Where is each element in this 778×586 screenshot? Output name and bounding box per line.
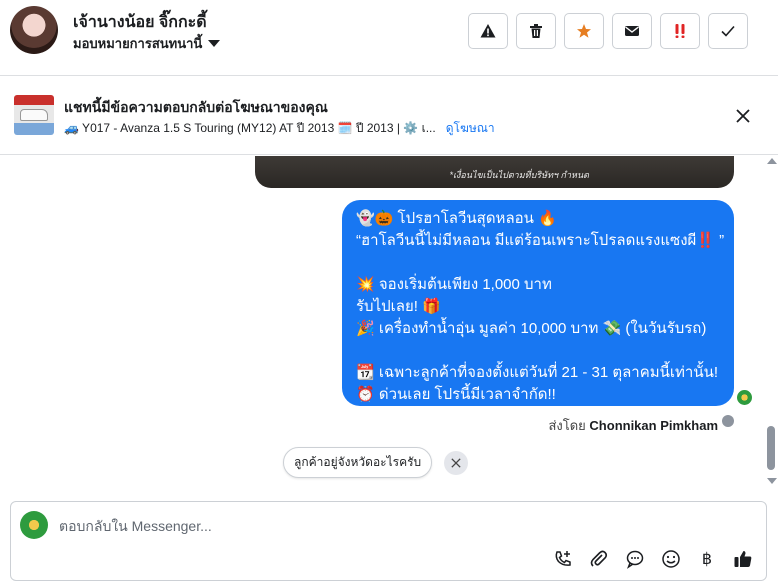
emoji-button[interactable] bbox=[658, 546, 684, 572]
star-button[interactable] bbox=[564, 13, 604, 49]
phone-plus-icon bbox=[555, 551, 571, 566]
ad-banner-title: แชทนี้มีข้อความตอบกลับต่อโฆษณาของคุณ bbox=[64, 99, 328, 115]
warning-icon bbox=[480, 24, 496, 38]
message-line: รับไปเลย! 🎁 bbox=[356, 298, 441, 315]
outgoing-message-bubble[interactable]: 👻🎃 โปรฮาโลวีนสุดหลอน 🔥 “ฮาโลวีนนี้ไม่มีห… bbox=[342, 200, 734, 406]
composer-toolbar: ฿ bbox=[550, 546, 756, 572]
close-icon bbox=[451, 458, 461, 468]
ad-reply-banner: แชทนี้มีข้อความตอบกลับต่อโฆษณาของคุณ 🚙 Y… bbox=[0, 77, 778, 155]
sent-by-label: ส่งโดย Chonnikan Pimkham bbox=[548, 415, 718, 436]
star-icon bbox=[577, 24, 591, 38]
image-message[interactable]: *เงื่อนไขเป็นไปตามที่บริษัทฯ กำหนด bbox=[255, 156, 734, 188]
conversation-actions bbox=[468, 13, 748, 49]
message-line: 💥 จองเริ่มต้นเพียง 1,000 บาท bbox=[356, 276, 552, 293]
scroll-up-arrow-icon[interactable] bbox=[767, 158, 777, 164]
ad-description: 🚙 Y017 - Avanza 1.5 S Touring (MY12) AT … bbox=[64, 121, 436, 135]
sender-page-avatar bbox=[737, 390, 752, 405]
page-avatar bbox=[20, 511, 48, 539]
ad-banner-subtitle: 🚙 Y017 - Avanza 1.5 S Touring (MY12) AT … bbox=[64, 119, 495, 138]
image-caption: *เงื่อนไขเป็นไปตามที่บริษัทฯ กำหนด bbox=[449, 170, 589, 180]
sent-by-prefix: ส่งโดย bbox=[548, 418, 586, 433]
close-icon[interactable] bbox=[734, 107, 752, 125]
info-icon[interactable] bbox=[722, 415, 734, 427]
contact-name[interactable]: เจ้านางน้อย จิ๊กกะดี้ bbox=[73, 10, 207, 35]
car-image bbox=[20, 109, 48, 121]
contact-avatar[interactable] bbox=[10, 6, 58, 54]
message-line: 👻🎃 โปรฮาโลวีนสุดหลอน 🔥 bbox=[356, 210, 557, 227]
paperclip-icon bbox=[590, 550, 608, 567]
mark-unread-button[interactable] bbox=[612, 13, 652, 49]
envelope-icon bbox=[625, 26, 639, 36]
saved-replies-button[interactable] bbox=[622, 546, 648, 572]
attach-button[interactable] bbox=[586, 546, 612, 572]
reply-input[interactable] bbox=[59, 516, 539, 536]
double-exclamation-icon bbox=[675, 24, 685, 38]
chat-bubble-icon bbox=[626, 550, 644, 569]
smiley-icon bbox=[662, 550, 680, 568]
report-spam-button[interactable] bbox=[468, 13, 508, 49]
checkmark-icon bbox=[721, 25, 735, 37]
trash-icon bbox=[530, 24, 542, 38]
suggested-reply-chip[interactable]: ลูกค้าอยู่จังหวัดอะไรครับ bbox=[283, 447, 433, 478]
reply-composer: ฿ bbox=[10, 501, 767, 581]
thread-scrollbar[interactable] bbox=[764, 156, 778, 491]
call-button[interactable] bbox=[550, 546, 576, 572]
message-line: ⏰ ด่วนเลย โปรนี้มีเวลาจำกัด!! bbox=[356, 386, 556, 403]
assign-conversation-dropdown[interactable]: มอบหมายการสนทนานี้ bbox=[73, 33, 221, 54]
message-line: 🎉 เครื่องทำน้ำอุ่น มูลค่า 10,000 บาท 💸 (… bbox=[356, 320, 707, 337]
scroll-down-arrow-icon[interactable] bbox=[767, 478, 777, 484]
dismiss-suggestion-button[interactable] bbox=[444, 451, 468, 475]
delete-button[interactable] bbox=[516, 13, 556, 49]
ad-thumbnail[interactable] bbox=[14, 95, 54, 135]
conversation-header: เจ้านางน้อย จิ๊กกะดี้ มอบหมายการสนทนานี้ bbox=[0, 0, 778, 76]
thumbs-up-icon bbox=[734, 551, 752, 567]
sent-by-name: Chonnikan Pimkham bbox=[589, 418, 718, 433]
caret-down-icon bbox=[208, 40, 221, 47]
message-line: 📆 เฉพาะลูกค้าที่จองตั้งแต่วันที่ 21 - 31… bbox=[356, 364, 719, 381]
assign-label: มอบหมายการสนทนานี้ bbox=[73, 36, 203, 51]
message-line: “ฮาโลวีนนี้ไม่มีหลอน มีแต่ร้อนเพราะโปรลด… bbox=[356, 232, 725, 249]
scrollbar-thumb[interactable] bbox=[767, 426, 775, 470]
payment-button[interactable]: ฿ bbox=[694, 546, 720, 572]
like-button[interactable] bbox=[730, 546, 756, 572]
message-thread[interactable]: *เงื่อนไขเป็นไปตามที่บริษัทฯ กำหนด 👻🎃 โป… bbox=[0, 156, 778, 491]
mark-done-button[interactable] bbox=[708, 13, 748, 49]
follow-up-button[interactable] bbox=[660, 13, 700, 49]
view-ad-link[interactable]: ดูโฆษณา bbox=[446, 119, 495, 138]
